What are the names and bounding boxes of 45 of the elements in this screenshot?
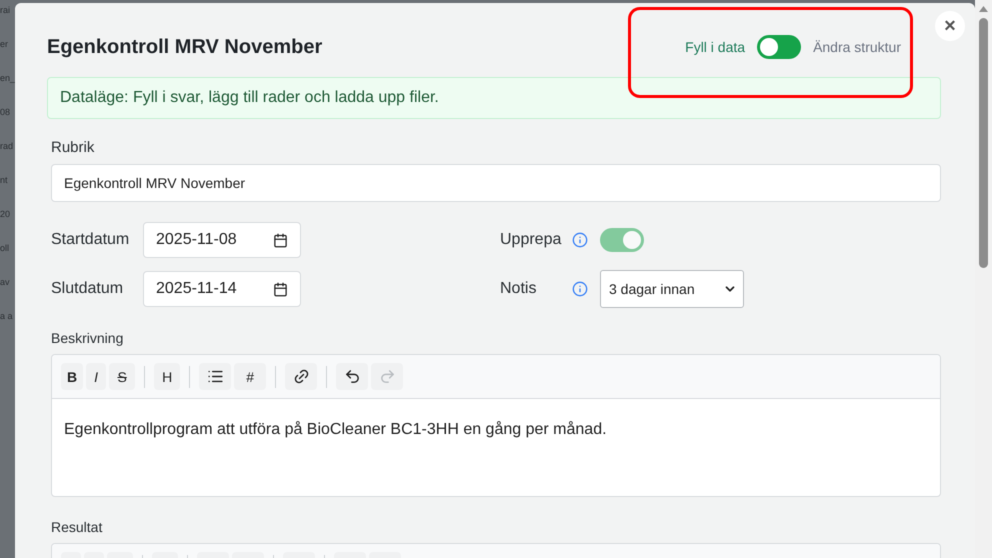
- strikethrough-button[interactable]: S: [109, 363, 136, 390]
- list-icon[interactable]: [206, 368, 224, 385]
- background-text: oll: [0, 242, 10, 254]
- undo-button[interactable]: [336, 363, 368, 390]
- scrollbar-thumb[interactable]: [979, 18, 988, 268]
- link-button[interactable]: [285, 363, 318, 390]
- date-input[interactable]: 2025-11-14: [143, 271, 301, 307]
- mode-label: Fyll i data: [685, 39, 746, 55]
- info-icon[interactable]: [572, 281, 588, 297]
- calendar-icon[interactable]: [273, 282, 288, 296]
- field-label: Resultat: [51, 519, 104, 535]
- description-text: Egenkontrollprogram att utföra på BioCleaner BC1-3HH en gång per månad.: [63, 420, 608, 440]
- background-text: 08: [0, 106, 12, 118]
- background-text: a a: [0, 310, 14, 322]
- field-label: Slutdatum: [51, 280, 124, 298]
- date-input[interactable]: 2025-11-08: [143, 222, 301, 258]
- scroll-up-icon[interactable]: [979, 6, 988, 12]
- description-editor[interactable]: B I S H # Egenkontrollprogram att utföra på BioCleaner BC1-3HH en gång per månad.: [51, 354, 941, 497]
- title-input[interactable]: Egenkontroll MRV November: [51, 164, 941, 202]
- undo-icon[interactable]: [344, 368, 361, 385]
- info-icon[interactable]: [572, 232, 588, 248]
- background-text: rad: [0, 140, 14, 152]
- field-label: Notis: [500, 280, 538, 298]
- italic-button[interactable]: I: [86, 363, 106, 390]
- notice-select[interactable]: 3 dagar innan: [600, 270, 744, 308]
- background-text: rai: [0, 4, 12, 16]
- background-text: er: [0, 38, 10, 50]
- field-label: Beskrivning: [51, 330, 124, 346]
- background-text: nt: [0, 174, 9, 186]
- background-text: 20: [0, 208, 12, 220]
- mode-toggle[interactable]: [757, 35, 802, 59]
- mode-label: Ändra struktur: [813, 39, 901, 55]
- calendar-icon[interactable]: [273, 232, 288, 248]
- heading-button[interactable]: H: [154, 363, 180, 390]
- field-label: Startdatum: [51, 231, 130, 249]
- field-label: Upprepa: [500, 231, 562, 249]
- dialog-title: Egenkontroll MRV November: [47, 36, 322, 58]
- background-text: av: [0, 276, 11, 288]
- close-button[interactable]: ×: [935, 11, 965, 41]
- bold-button[interactable]: B: [61, 363, 84, 390]
- info-banner: Dataläge: Fyll i svar, lägg till rader och ladda upp filer.: [47, 77, 941, 119]
- background-text: en_: [0, 72, 15, 84]
- field-label: Rubrik: [51, 139, 96, 156]
- numbered-list-button[interactable]: #: [234, 363, 266, 390]
- bullet-list-button[interactable]: [199, 363, 232, 390]
